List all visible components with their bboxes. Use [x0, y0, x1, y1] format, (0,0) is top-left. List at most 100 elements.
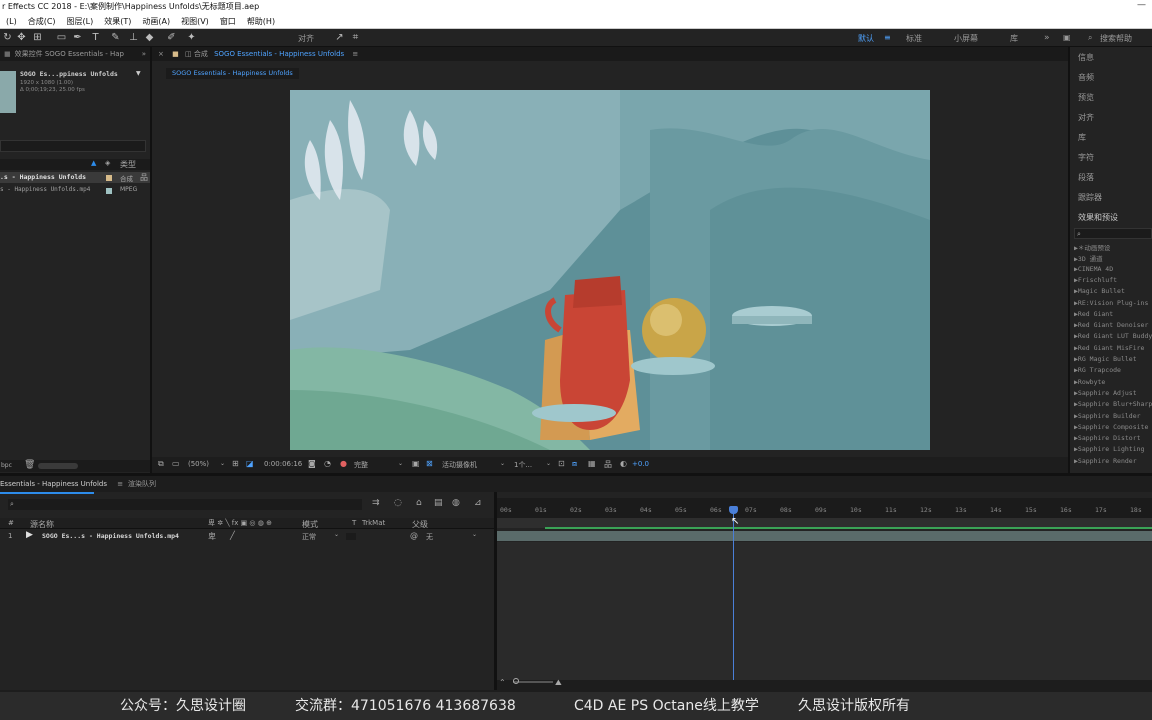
timeline-search-input[interactable]: ⌕: [8, 499, 362, 510]
sync-settings-icon[interactable]: ▣: [1063, 33, 1071, 42]
workspace-menu-icon[interactable]: ≡: [884, 33, 891, 42]
flowchart-icon[interactable]: 品: [604, 459, 612, 470]
tab-menu-icon[interactable]: ≡: [117, 480, 123, 488]
playhead-line[interactable]: [733, 508, 734, 680]
brush-tool-icon[interactable]: ✎: [110, 32, 121, 43]
blend-mode-select[interactable]: 正常: [302, 532, 316, 542]
composition-sub-tab[interactable]: SOGO Essentials - Happiness Unfolds: [166, 68, 299, 79]
monitor-icon[interactable]: ▭: [172, 459, 180, 468]
col-source-name[interactable]: 源名称: [30, 519, 54, 530]
frame-blending-icon[interactable]: ▤: [434, 498, 443, 508]
menu-item-composition[interactable]: 合成(C): [22, 16, 61, 27]
layer-duration-bar[interactable]: [497, 531, 1152, 541]
effects-category-item[interactable]: ▶Sapphire Adjust: [1074, 389, 1137, 397]
effects-presets-panel-tab[interactable]: 效果和预设: [1078, 212, 1118, 223]
effects-category-item[interactable]: ▶Red Giant: [1074, 310, 1113, 318]
effects-category-item[interactable]: ▶Red Giant MisFire: [1074, 344, 1144, 352]
label-color-swatch[interactable]: [106, 188, 112, 194]
effects-category-item[interactable]: ▶CINEMA 4D: [1074, 265, 1113, 273]
workspace-standard[interactable]: 标准: [906, 33, 922, 44]
effects-category-item[interactable]: ▶Sapphire Render: [1074, 457, 1137, 465]
channel-icon[interactable]: ●: [340, 459, 347, 468]
effects-category-item[interactable]: ▶Sapphire Lighting: [1074, 445, 1144, 453]
effects-category-item[interactable]: ▶Magic Bullet: [1074, 287, 1125, 295]
resolution-select[interactable]: 完整: [354, 460, 368, 470]
sort-arrow-icon[interactable]: ▲: [91, 159, 96, 167]
timeline-tab[interactable]: Essentials - Happiness Unfolds: [0, 480, 107, 488]
chevron-down-icon[interactable]: ⌄: [398, 460, 403, 467]
trkmat-select[interactable]: [346, 533, 356, 540]
zoom-slider-thumb[interactable]: [513, 678, 519, 684]
libraries-panel-tab[interactable]: 库: [1078, 132, 1086, 143]
item-dropdown-icon[interactable]: ▼: [136, 70, 141, 77]
chevron-down-icon[interactable]: ⌄: [472, 531, 477, 538]
effects-category-item[interactable]: ▶Frischluft: [1074, 276, 1117, 284]
menu-item-effects[interactable]: 效果(T): [98, 16, 136, 27]
zoom-slider-track[interactable]: [513, 681, 553, 683]
chevron-down-icon[interactable]: ⌄: [220, 460, 225, 467]
render-queue-tab[interactable]: 渲染队列: [128, 476, 156, 492]
trash-icon[interactable]: 🗑: [24, 460, 35, 470]
flowchart-icon[interactable]: 品: [140, 172, 148, 183]
rotate-tool-icon[interactable]: ↻: [2, 32, 13, 43]
effects-category-item[interactable]: ▶RG Magic Bullet: [1074, 355, 1137, 363]
preview-panel-tab[interactable]: 预览: [1078, 92, 1094, 103]
track-area[interactable]: [497, 542, 1152, 680]
zoom-select[interactable]: (50%): [188, 460, 209, 468]
camera-select[interactable]: 活动摄像机: [442, 460, 477, 470]
panel-more-icon[interactable]: »: [142, 47, 146, 61]
rectangle-tool-icon[interactable]: ▭: [56, 32, 67, 43]
shy-layers-icon[interactable]: ⌂: [416, 498, 422, 508]
effects-category-item[interactable]: ▶Sapphire Blur+Sharpen: [1074, 400, 1152, 408]
expand-triangle-icon[interactable]: ▶: [26, 530, 33, 540]
thumbnail-slider[interactable]: [38, 463, 78, 469]
bpc-toggle[interactable]: bpc: [1, 462, 12, 469]
menu-item-layer[interactable]: (L): [0, 17, 22, 26]
more-workspaces-icon[interactable]: »: [1044, 33, 1050, 43]
playhead-handle[interactable]: [729, 506, 738, 514]
chevron-down-icon[interactable]: ⌄: [334, 531, 339, 538]
effects-category-item[interactable]: ▶Red Giant Denoiser: [1074, 321, 1148, 329]
menu-item-animation[interactable]: 动画(A): [136, 16, 175, 27]
composition-tab-name[interactable]: SOGO Essentials - Happiness Unfolds: [214, 50, 344, 58]
col-parent[interactable]: 父级: [412, 519, 428, 530]
effects-category-item[interactable]: ▶RE:Vision Plug-ins: [1074, 299, 1148, 307]
project-search-input[interactable]: [0, 140, 146, 152]
menu-item-window[interactable]: 窗口: [214, 16, 241, 27]
character-panel-tab[interactable]: 字符: [1078, 152, 1094, 163]
minimize-button[interactable]: —: [1137, 0, 1146, 10]
effects-category-item[interactable]: ▶Sapphire Distort: [1074, 434, 1141, 442]
composition-canvas[interactable]: [290, 90, 930, 450]
workspace-library[interactable]: 库: [1010, 33, 1018, 44]
parent-pickwhip-icon[interactable]: @: [410, 531, 418, 540]
chevron-down-icon[interactable]: ⌄: [546, 460, 551, 467]
effects-category-item[interactable]: ▶＊动画预设: [1074, 242, 1110, 252]
stamp-tool-icon[interactable]: ⊥: [128, 32, 139, 43]
menu-item-help[interactable]: 帮助(H): [241, 16, 280, 27]
graph-editor-icon[interactable]: ⊿: [474, 498, 482, 508]
effects-category-item[interactable]: ▶Sapphire Composite: [1074, 423, 1148, 431]
info-panel-tab[interactable]: 信息: [1078, 52, 1094, 63]
pixel-aspect-icon[interactable]: ⊡: [558, 459, 565, 468]
audio-panel-tab[interactable]: 音频: [1078, 72, 1094, 83]
workspace-default[interactable]: 默认: [858, 33, 874, 44]
align-panel-tab[interactable]: 对齐: [1078, 112, 1094, 123]
reset-exposure-icon[interactable]: ◐: [620, 459, 627, 468]
safe-margins-icon[interactable]: ⊞: [232, 459, 239, 468]
always-preview-icon[interactable]: ⧉: [158, 459, 164, 469]
snap-edges-icon[interactable]: ↗: [334, 32, 345, 43]
effects-category-item[interactable]: ▶Red Giant LUT Buddy: [1074, 332, 1152, 340]
camera-tool-icon[interactable]: ✥: [16, 32, 27, 43]
lock-icon[interactable]: ■: [172, 50, 179, 58]
puppet-pin-icon[interactable]: ✦: [186, 32, 197, 43]
effects-category-item[interactable]: ▶RG Trapcode: [1074, 366, 1121, 374]
comp-mini-flowchart-icon[interactable]: ⇉: [372, 498, 380, 508]
paragraph-panel-tab[interactable]: 段落: [1078, 172, 1094, 183]
project-item-name[interactable]: SOGO Es...ppiness Unfolds: [20, 70, 118, 78]
tab-menu-icon[interactable]: ≡: [352, 50, 358, 58]
motion-blur-icon[interactable]: ◍: [452, 498, 460, 508]
type-tool-icon[interactable]: T: [90, 32, 101, 43]
col-mode[interactable]: 模式: [302, 519, 318, 530]
parent-select[interactable]: 无: [426, 532, 433, 542]
anchor-tool-icon[interactable]: ⊞: [32, 32, 43, 43]
